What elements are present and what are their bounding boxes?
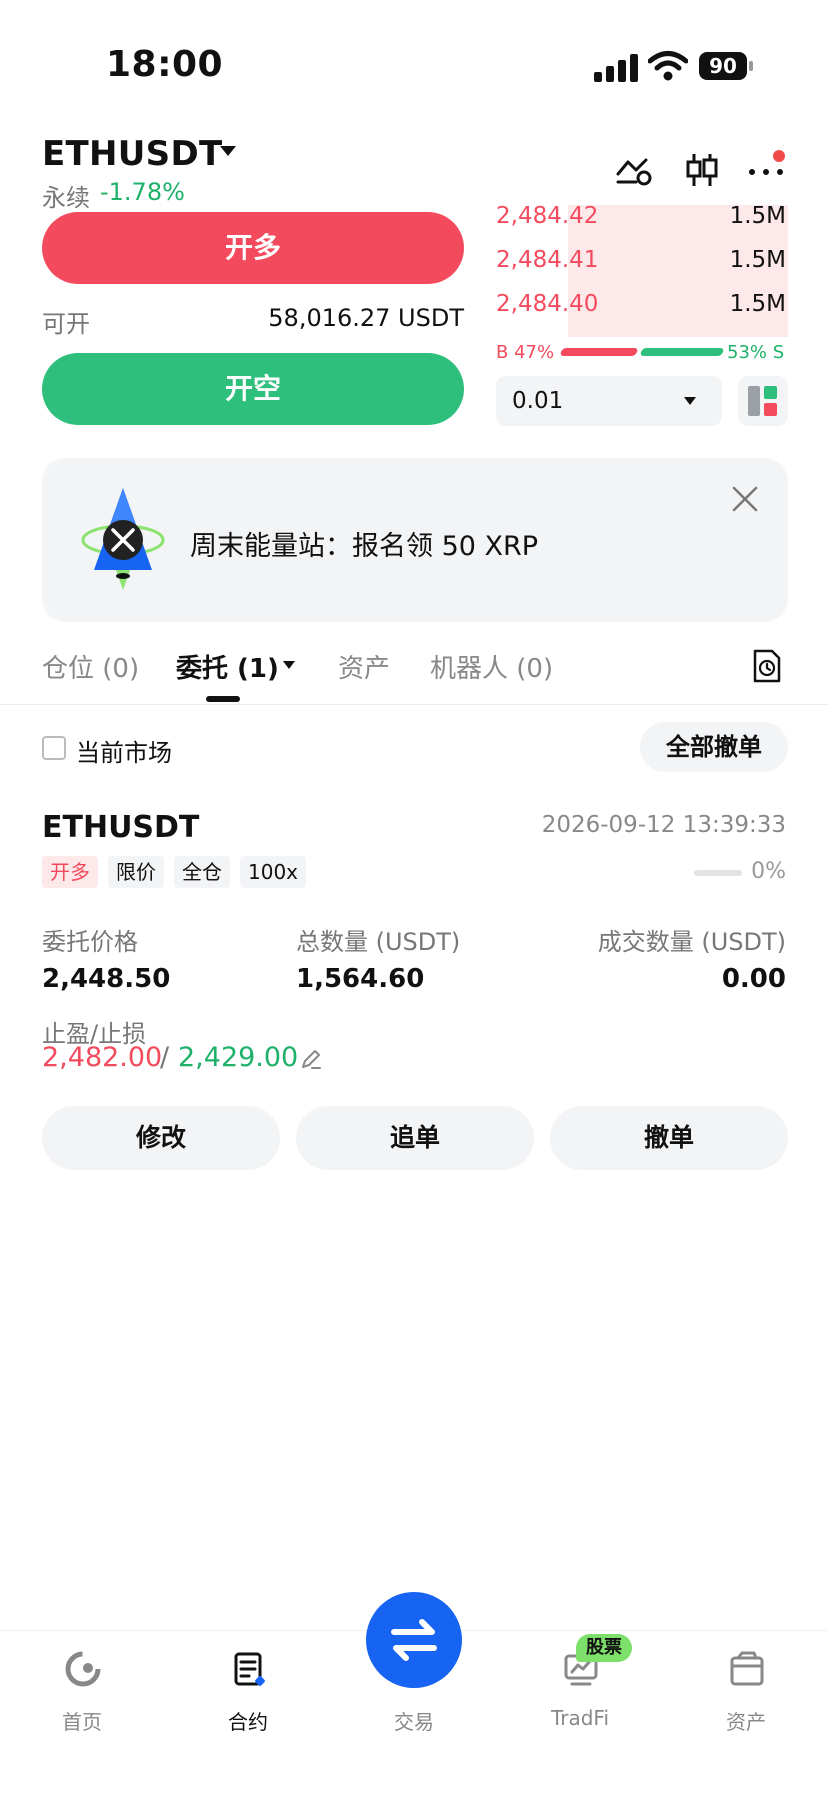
buy-ratio: B 47% xyxy=(496,342,555,363)
stocks-badge: 股票 xyxy=(576,1634,632,1662)
nav-assets-label: 资产 xyxy=(726,1710,766,1734)
contract-type: 永续 xyxy=(42,184,90,212)
orderbook-layout-icon[interactable] xyxy=(738,376,788,426)
ask-price: 2,484.41 xyxy=(496,247,599,273)
buy-ratio-bar xyxy=(559,348,639,356)
nav-futures-label: 合约 xyxy=(228,1710,268,1734)
caret-down-icon[interactable] xyxy=(220,146,236,156)
home-icon xyxy=(65,1651,101,1687)
tab-assets[interactable]: 资产 xyxy=(338,648,390,685)
active-tab-indicator xyxy=(206,696,240,702)
cancel-all-button[interactable]: 全部撤单 xyxy=(640,722,788,772)
ask-row[interactable]: 2,484.41 1.5M xyxy=(496,238,786,282)
ask-qty: 1.5M xyxy=(729,247,786,273)
price-alert-icon[interactable] xyxy=(614,150,654,190)
notification-dot xyxy=(773,150,785,162)
caret-down-icon xyxy=(684,397,696,405)
order-price-label: 委托价格 xyxy=(42,928,138,956)
nav-home[interactable]: 首页 xyxy=(22,1650,142,1750)
order-time: 2026-09-12 13:39:33 xyxy=(541,812,786,838)
ask-row[interactable]: 2,484.42 1.5M xyxy=(496,203,786,238)
stop-loss-value: 2,429.00 xyxy=(178,1042,299,1073)
current-market-label: 当前市场 xyxy=(76,739,172,767)
battery-icon: 90 xyxy=(699,52,753,80)
cellular-signal-icon xyxy=(594,52,638,82)
modify-button[interactable]: 修改 xyxy=(42,1106,280,1170)
close-icon[interactable] xyxy=(730,484,760,514)
cancel-order-button[interactable]: 撤单 xyxy=(550,1106,788,1170)
sell-ratio: 53% S xyxy=(727,342,785,363)
banner-text: 周末能量站：报名领 50 XRP xyxy=(190,531,539,562)
ask-price: 2,484.42 xyxy=(496,203,599,229)
caret-down-icon[interactable] xyxy=(283,661,295,669)
fill-progress: 0% xyxy=(751,859,786,884)
total-qty-label: 总数量 (USDT) xyxy=(296,928,461,956)
open-long-button[interactable]: 开多 xyxy=(42,212,464,284)
leverage-tag: 100x xyxy=(240,856,307,888)
filled-qty-value: 0.00 xyxy=(721,964,786,994)
tpsl-separator: / xyxy=(160,1042,170,1073)
status-time: 18:00 xyxy=(106,44,224,85)
open-short-button[interactable]: 开空 xyxy=(42,353,464,425)
nav-tradfi-label: TradFi xyxy=(550,1706,610,1730)
symbol-title[interactable]: ETHUSDT xyxy=(42,134,222,174)
order-price-value: 2,448.50 xyxy=(42,964,171,994)
ask-qty: 1.5M xyxy=(729,203,786,229)
sell-ratio-bar xyxy=(639,348,725,356)
futures-icon xyxy=(234,1652,265,1686)
order-type-tag: 限价 xyxy=(108,856,164,888)
order-history-icon[interactable] xyxy=(752,648,782,684)
divider xyxy=(0,704,828,705)
ask-qty: 1.5M xyxy=(729,291,786,317)
current-market-checkbox[interactable] xyxy=(42,736,66,760)
nav-home-label: 首页 xyxy=(62,1710,102,1734)
candlestick-chart-icon[interactable] xyxy=(682,150,722,190)
take-profit-value: 2,482.00 xyxy=(42,1042,163,1073)
order-side-tag: 开多 xyxy=(42,856,98,888)
nav-assets[interactable]: 资产 xyxy=(686,1650,806,1750)
tab-orders[interactable]: 委托 (1) xyxy=(176,648,279,685)
wallet-icon xyxy=(730,1651,764,1686)
trade-button[interactable] xyxy=(366,1592,462,1688)
tick-size-select[interactable]: 0.01 xyxy=(496,376,722,426)
tab-positions[interactable]: 仓位 (0) xyxy=(42,648,139,685)
order-symbol: ETHUSDT xyxy=(42,810,200,845)
nav-tradfi[interactable]: TradFi xyxy=(520,1650,640,1750)
total-qty-value: 1,564.60 xyxy=(296,964,425,994)
filled-qty-label: 成交数量 (USDT) xyxy=(597,928,786,956)
swap-arrows-icon xyxy=(391,1619,437,1661)
available-label: 可开 xyxy=(42,310,90,338)
margin-mode-tag: 全仓 xyxy=(174,856,230,888)
chase-order-button[interactable]: 追单 xyxy=(296,1106,534,1170)
price-change: -1.78% xyxy=(100,178,185,206)
fill-progress-bar xyxy=(694,870,742,876)
battery-level: 90 xyxy=(699,52,747,80)
wifi-icon xyxy=(648,51,688,81)
edit-icon[interactable] xyxy=(300,1048,322,1070)
available-value: 58,016.27 USDT xyxy=(268,304,464,332)
tab-bots[interactable]: 机器人 (0) xyxy=(430,648,553,685)
nav-futures[interactable]: 合约 xyxy=(188,1650,308,1750)
tick-size-value: 0.01 xyxy=(512,388,564,414)
ask-row[interactable]: 2,484.40 1.5M xyxy=(496,282,786,326)
ask-price: 2,484.40 xyxy=(496,291,599,317)
nav-trade-label: 交易 xyxy=(394,1710,434,1734)
rocket-xrp-icon xyxy=(81,488,165,590)
